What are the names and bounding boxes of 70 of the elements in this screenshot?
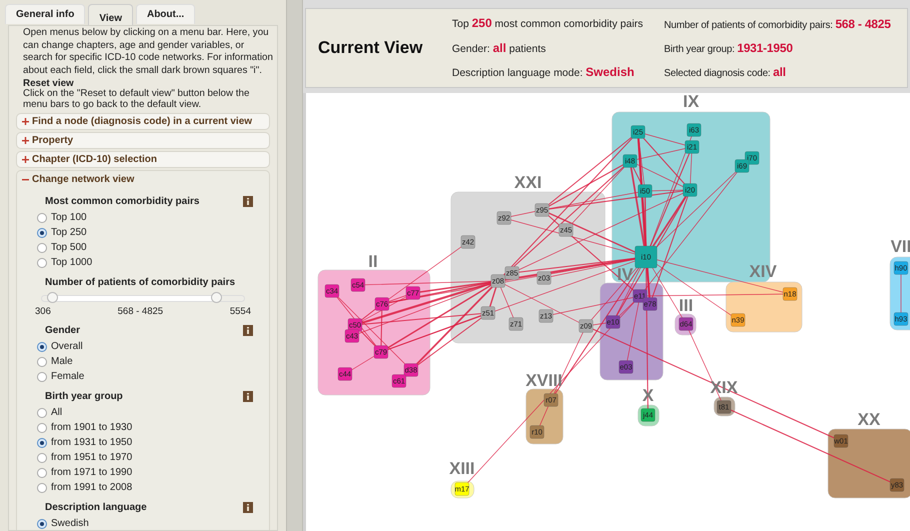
radio-label: All [51,406,62,420]
radio-label: Male [51,355,73,370]
accordion-header[interactable]: Chapter (ICD-10) selection [16,151,270,168]
header-title: Current View [317,37,424,60]
tab[interactable]: About... [136,4,196,24]
summary-line: Number of patients of comorbidity pairs: 568 - 4825 [664,16,891,33]
radio-button[interactable] [37,212,47,222]
info-icon[interactable] [243,391,253,402]
info-icon[interactable] [243,196,253,207]
radio-label: Top 1000 [51,256,92,270]
tab[interactable]: View [88,4,133,26]
reset-title: Reset view [23,78,75,89]
info-icon[interactable] [243,502,253,514]
radio-button[interactable] [37,258,47,268]
radio-button[interactable] [37,228,47,238]
radio-button[interactable] [37,482,47,493]
summary-line: Top 250 most common comorbidity pairs [452,14,644,32]
radio-button[interactable] [37,408,47,418]
info-icon[interactable] [243,325,253,336]
slider-handle[interactable] [47,292,58,303]
group-title: Most common comorbidity pairs [45,195,200,209]
reset-text: Click on the "Reset to default view" button below the menu bars to go back to the default view. [23,89,250,110]
group-title: Gender [45,324,80,338]
radio-label: from 1951 to 1970 [51,451,132,466]
radio-button[interactable] [37,372,47,382]
radio-label: Top 500 [51,241,87,255]
summary-line: Birth year group: 1931-1950 [664,40,794,57]
summary-line: Description language mode: Swedish [452,64,636,82]
cluster-label: XX [858,410,880,429]
slider-range: 568 - 4825 [118,305,164,319]
cluster-label: XXI [514,173,542,192]
cluster-label: IX [682,93,700,111]
group-title: Number of patients of comorbidity pairs [45,276,236,290]
radio-button[interactable] [37,438,47,448]
radio-label: from 1901 to 1930 [51,421,132,436]
slider-max: 5554 [230,305,251,319]
radio-label: Overall [51,340,83,354]
slider-min: 306 [35,305,51,319]
radio-button[interactable] [37,468,47,478]
radio-button[interactable] [37,356,47,367]
tab[interactable]: General info [5,4,86,24]
accordion-header[interactable]: Change network view [16,170,270,187]
radio-button[interactable] [37,518,47,529]
radio-button[interactable] [37,242,47,252]
splitter-bar[interactable] [286,0,303,531]
slider-handle[interactable] [210,292,222,303]
radio-label: Top 250 [51,226,87,240]
radio-label: from 1971 to 1990 [51,466,132,480]
group-title: Description language [45,501,147,516]
plus-icon [22,156,29,163]
summary-line: Selected diagnosis code: all [664,64,787,81]
cluster-label: III [678,296,694,315]
radio-button[interactable] [37,452,47,463]
radio-label: Top 100 [51,211,87,225]
cluster-label: II [368,252,378,271]
cluster-label: XIII [449,459,475,478]
intro-text: Open menus below by clicking on a menu bar. Here, you can change chapters, age and gender variables, or search for specific ICD-10 code networks. For information about each field, click the small dark brown squares "i". [23,27,273,77]
accordion-header[interactable]: Property [16,132,270,149]
radio-label: from 1931 to 1950 [51,436,132,450]
radio-label: Female [51,370,84,384]
radio-button[interactable] [37,422,47,433]
accordion-header[interactable]: Find a node (diagnosis code) in a current view [16,113,270,130]
radio-label: from 1991 to 2008 [51,481,132,496]
cluster-label: VII [890,237,910,256]
plus-icon [22,137,29,144]
radio-button[interactable] [37,342,47,352]
summary-line: Gender: all patients [452,40,547,57]
plus-icon [22,118,29,125]
radio-label: Swedish [51,517,89,530]
group-title: Birth year group [45,390,123,404]
